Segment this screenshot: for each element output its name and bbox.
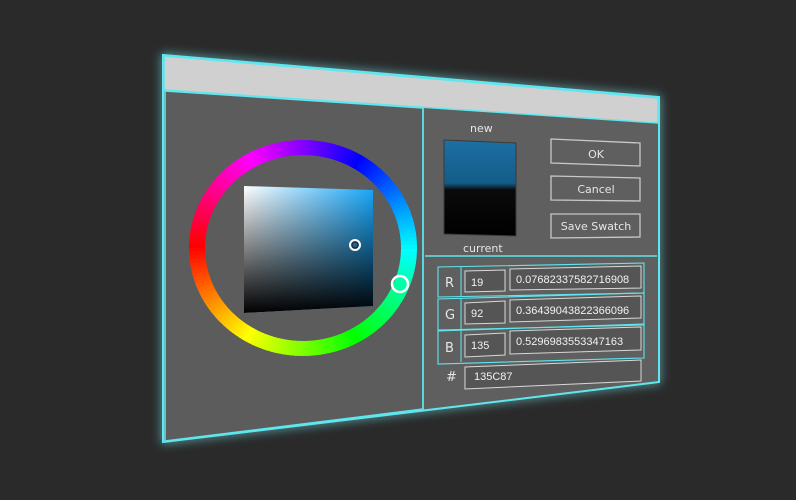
channel-b-float-value: 0.5296983553347163 bbox=[516, 336, 623, 348]
channel-r-float-value: 0.07682337582716908 bbox=[516, 274, 629, 286]
channel-g-int-value: 92 bbox=[471, 308, 483, 320]
ok-button-label: OK bbox=[588, 148, 605, 161]
channel-b-int-value: 135 bbox=[471, 340, 489, 352]
channel-g-float-value: 0.36439043822366096 bbox=[516, 305, 629, 317]
save-swatch-button-label: Save Swatch bbox=[561, 220, 632, 233]
save-swatch-button[interactable]: Save Swatch bbox=[550, 213, 641, 239]
ok-button[interactable]: OK bbox=[550, 138, 641, 167]
channel-r-int-value: 19 bbox=[471, 277, 483, 289]
color-picker-window: new current OK Cancel Save Swatch R 19 0… bbox=[162, 53, 660, 444]
preview-new-label: new bbox=[470, 122, 493, 135]
color-preview-swatch bbox=[443, 139, 517, 237]
cancel-button-label: Cancel bbox=[577, 183, 614, 196]
preview-current-label: current bbox=[463, 242, 503, 255]
channel-r-label: R bbox=[445, 276, 454, 291]
channel-g-label: G bbox=[445, 308, 455, 323]
cancel-button[interactable]: Cancel bbox=[550, 175, 641, 202]
hex-label: # bbox=[446, 370, 457, 385]
channel-b-label: B bbox=[445, 341, 454, 356]
hue-ring-segment bbox=[400, 244, 417, 249]
hex-value: 135C87 bbox=[474, 371, 513, 383]
color-picker-scene: new current OK Cancel Save Swatch R 19 0… bbox=[0, 0, 796, 500]
